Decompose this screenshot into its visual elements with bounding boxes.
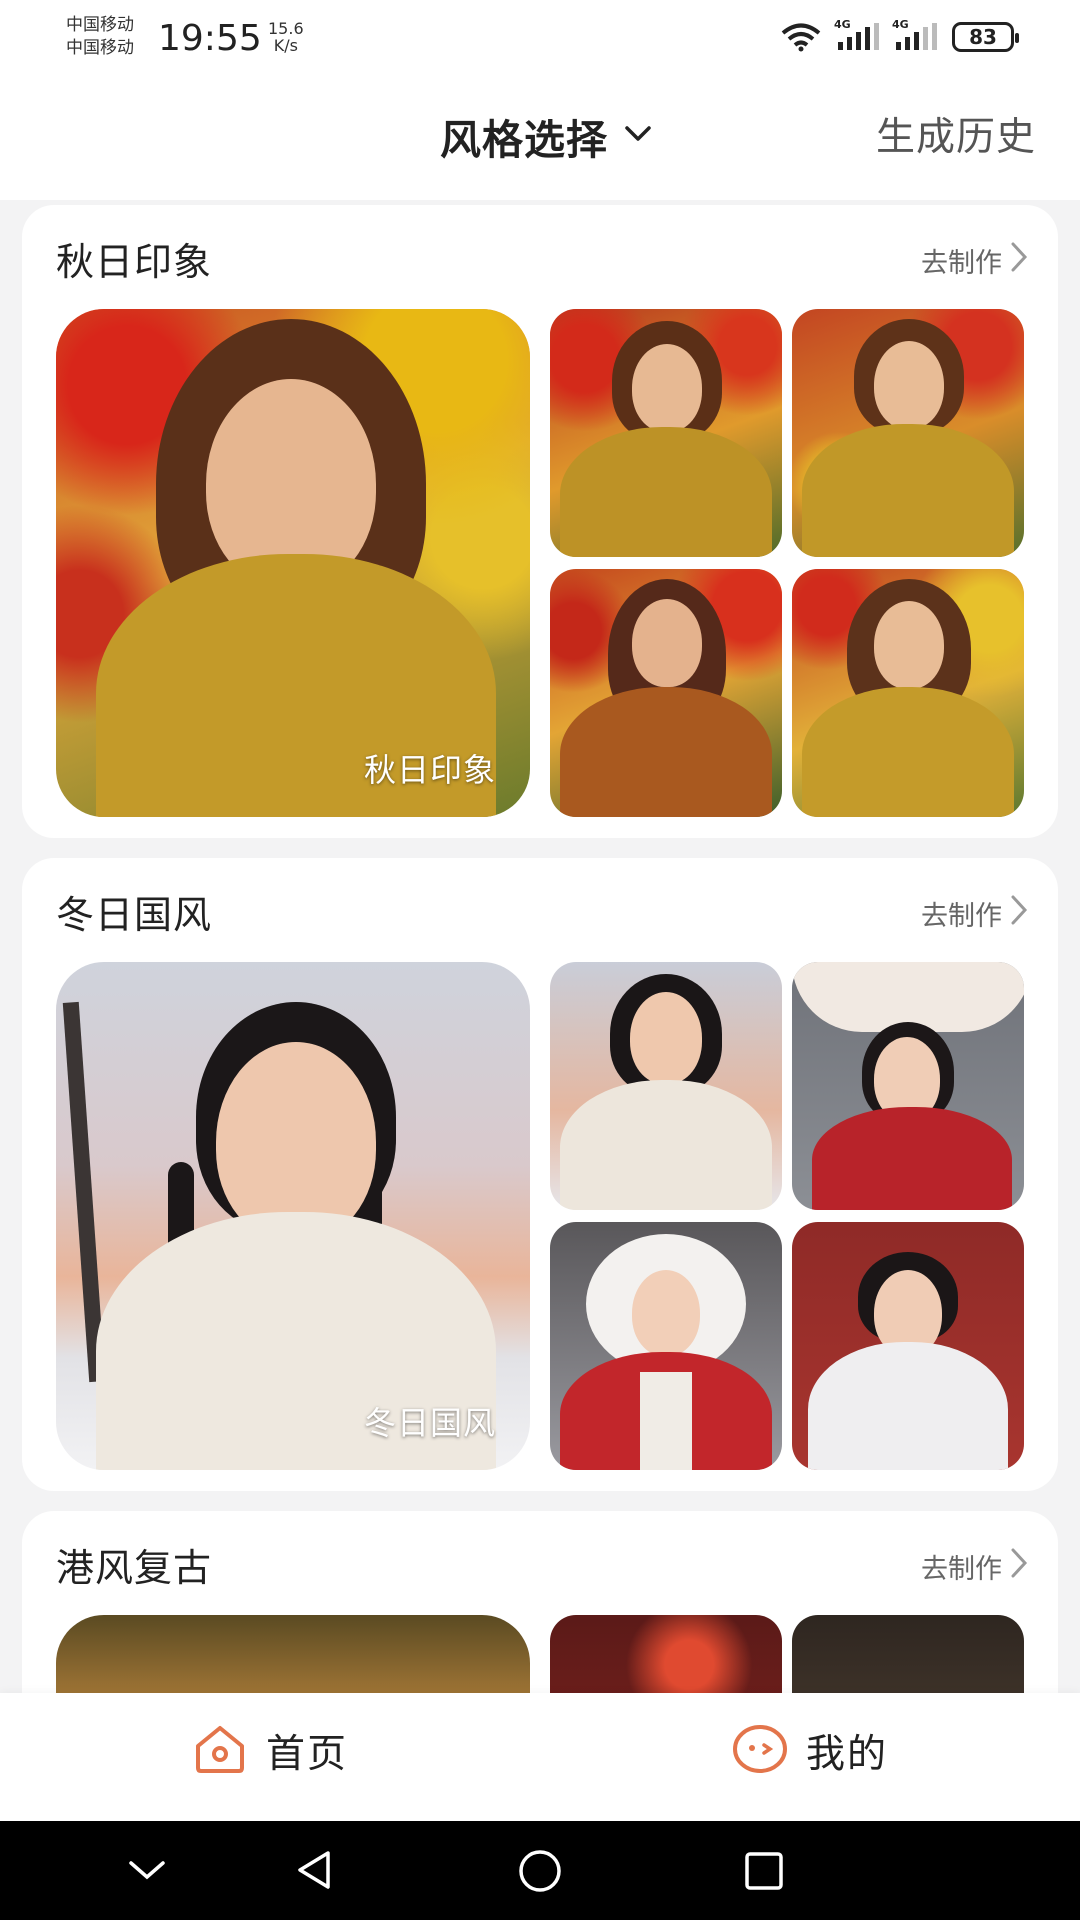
wifi-icon: [780, 22, 822, 52]
status-icons: 4G 4G 83: [780, 18, 1019, 52]
sample-image[interactable]: [792, 309, 1024, 557]
carrier-names: 中国移动 中国移动: [66, 14, 134, 60]
bottom-nav: 首页 我的: [0, 1693, 1080, 1821]
signal-1: 4G: [834, 18, 880, 52]
carrier-2: 中国移动: [66, 38, 134, 58]
sample-image[interactable]: [792, 962, 1024, 1210]
featured-image[interactable]: 冬日国风: [56, 962, 530, 1470]
status-bar: 中国移动 中国移动 19:55 15.6 K/s 4G 4G 83: [0, 0, 1080, 80]
card-title: 冬日国风: [56, 893, 213, 937]
back-triangle-icon[interactable]: [294, 1849, 334, 1895]
go-make-label: 去制作: [921, 901, 1002, 932]
network-speed: 15.6 K/s: [268, 20, 304, 54]
featured-image[interactable]: 秋日印象: [56, 309, 530, 817]
go-make-button[interactable]: 去制作: [921, 241, 1028, 280]
go-make-button[interactable]: 去制作: [921, 1547, 1028, 1586]
battery-indicator: 83: [952, 22, 1019, 52]
go-make-label: 去制作: [921, 1554, 1002, 1585]
sample-image[interactable]: [792, 1222, 1024, 1470]
style-card-autumn: 秋日印象 去制作 秋日印象: [22, 205, 1058, 838]
speed-unit: K/s: [273, 36, 298, 55]
sample-image[interactable]: [550, 309, 782, 557]
recents-square-icon[interactable]: [744, 1851, 784, 1895]
nav-home-label: 首页: [266, 1732, 349, 1777]
header: 风格选择 生成历史: [0, 80, 1080, 200]
style-selector-dropdown[interactable]: 风格选择: [440, 106, 652, 166]
signal-2: 4G: [892, 18, 938, 52]
card-title: 秋日印象: [56, 240, 213, 284]
sample-image[interactable]: [792, 569, 1024, 817]
nav-mine-label: 我的: [806, 1732, 889, 1777]
signal-1-label: 4G: [834, 18, 851, 31]
sample-image[interactable]: [550, 569, 782, 817]
go-make-label: 去制作: [921, 248, 1002, 279]
battery-level: 83: [969, 25, 997, 49]
signal-2-label: 4G: [892, 18, 909, 31]
clock: 19:55: [158, 18, 262, 59]
profile-face-icon: [732, 1724, 788, 1778]
collapse-chevron-icon[interactable]: [128, 1859, 166, 1887]
go-make-button[interactable]: 去制作: [921, 894, 1028, 933]
card-title: 港风复古: [56, 1546, 213, 1590]
generation-history-link[interactable]: 生成历史: [876, 106, 1036, 162]
chevron-right-icon: [1010, 894, 1028, 933]
system-navigation-bar: [0, 1821, 1080, 1920]
carrier-1: 中国移动: [66, 15, 134, 35]
chevron-right-icon: [1010, 1547, 1028, 1586]
nav-home[interactable]: 首页: [192, 1723, 348, 1779]
home-icon: [192, 1724, 248, 1778]
sample-image[interactable]: [550, 962, 782, 1210]
chevron-right-icon: [1010, 241, 1028, 280]
speed-value: 15.6: [268, 19, 304, 38]
page-title: 风格选择: [440, 116, 608, 164]
home-circle-icon[interactable]: [518, 1849, 562, 1897]
style-card-winter: 冬日国风 去制作 冬日国风: [22, 858, 1058, 1491]
chevron-down-icon: [624, 125, 652, 147]
sample-image[interactable]: [550, 1222, 782, 1470]
featured-label: 秋日印象: [363, 751, 496, 789]
nav-mine[interactable]: 我的: [732, 1723, 888, 1779]
featured-label: 冬日国风: [363, 1404, 496, 1442]
